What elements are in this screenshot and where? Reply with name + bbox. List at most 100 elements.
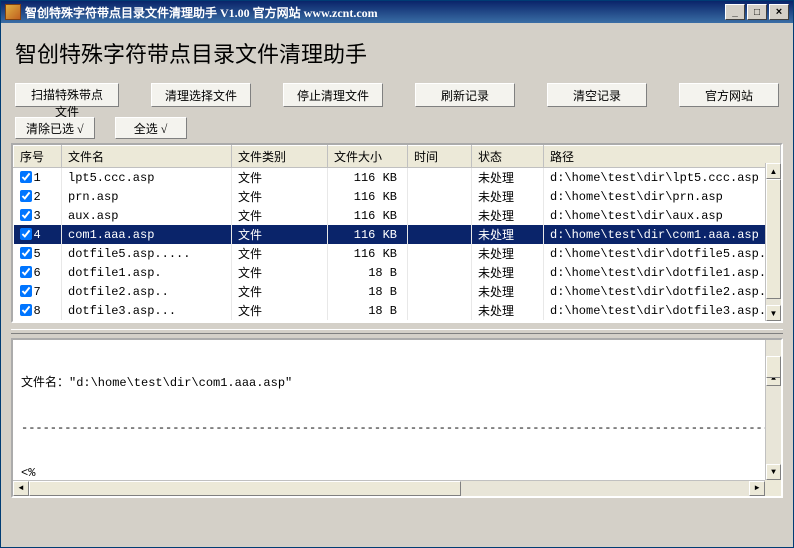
refresh-button[interactable]: 刷新记录 <box>415 83 515 107</box>
scroll-up-icon[interactable]: ▲ <box>766 163 781 179</box>
cell-filetype: 文件 <box>232 263 328 282</box>
clean-selected-button[interactable]: 清理选择文件 <box>151 83 251 107</box>
col-filetype[interactable]: 文件类别 <box>232 146 328 168</box>
cell-filename: dotfile3.asp... <box>62 301 232 320</box>
splitter[interactable] <box>11 329 783 334</box>
preview-filename: 文件名："d:\home\test\dir\com1.aaa.asp" <box>21 376 773 391</box>
clear-log-button[interactable]: 清空记录 <box>547 83 647 107</box>
cell-path: d:\home\test\dir\dotfile2.asp.. <box>544 282 781 301</box>
table-row[interactable]: 1lpt5.ccc.asp文件116 KB未处理d:\home\test\dir… <box>14 168 781 188</box>
cell-status: 未处理 <box>472 168 544 188</box>
preview-line: UserPass="1" <box>21 496 773 498</box>
row-checkbox[interactable] <box>20 304 32 316</box>
col-path[interactable]: 路径 <box>544 146 781 168</box>
cell-filetype: 文件 <box>232 225 328 244</box>
cell-filename: lpt5.ccc.asp <box>62 168 232 188</box>
main-toolbar: 扫描特殊带点文件 清理选择文件 停止清理文件 刷新记录 清空记录 官方网站 <box>11 83 783 107</box>
cell-path: d:\home\test\dir\prn.asp <box>544 187 781 206</box>
close-button[interactable]: × <box>769 4 789 20</box>
cell-filetype: 文件 <box>232 168 328 188</box>
col-time[interactable]: 时间 <box>408 146 472 168</box>
minimize-button[interactable]: _ <box>725 4 745 20</box>
cell-time <box>408 187 472 206</box>
titlebar: 智创特殊字符带点目录文件清理助手 V1.00 官方网站 www.zcnt.com… <box>1 1 793 23</box>
secondary-toolbar: 清除已选 √ 全选 √ <box>15 117 783 139</box>
table-row[interactable]: 7dotfile2.asp..文件18 B未处理d:\home\test\dir… <box>14 282 781 301</box>
cell-filename: com1.aaa.asp <box>62 225 232 244</box>
table-row[interactable]: 5dotfile5.asp.....文件116 KB未处理d:\home\tes… <box>14 244 781 263</box>
row-index: 6 <box>34 266 41 280</box>
row-checkbox[interactable] <box>20 285 32 297</box>
cell-time <box>408 225 472 244</box>
table-row[interactable]: 8dotfile3.asp...文件18 B未处理d:\home\test\di… <box>14 301 781 320</box>
table-row[interactable]: 2prn.asp文件116 KB未处理d:\home\test\dir\prn.… <box>14 187 781 206</box>
cell-filetype: 文件 <box>232 206 328 225</box>
vertical-scrollbar[interactable]: ▲ ▼ <box>765 163 781 321</box>
cell-filename: prn.asp <box>62 187 232 206</box>
cell-path: d:\home\test\dir\dotfile1.asp. <box>544 263 781 282</box>
cell-time <box>408 168 472 188</box>
table-row[interactable]: 6dotfile1.asp.文件18 B未处理d:\home\test\dir\… <box>14 263 781 282</box>
col-index[interactable]: 序号 <box>14 146 62 168</box>
cell-path: d:\home\test\dir\dotfile3.asp... <box>544 301 781 320</box>
cell-filetype: 文件 <box>232 187 328 206</box>
scroll-thumb[interactable] <box>29 481 461 496</box>
cell-path: d:\home\test\dir\aux.asp <box>544 206 781 225</box>
row-checkbox[interactable] <box>20 228 32 240</box>
row-checkbox[interactable] <box>20 190 32 202</box>
col-filename[interactable]: 文件名 <box>62 146 232 168</box>
cell-filetype: 文件 <box>232 282 328 301</box>
row-index: 1 <box>34 171 41 185</box>
cell-status: 未处理 <box>472 225 544 244</box>
scroll-thumb[interactable] <box>766 356 781 378</box>
cell-filesize: 18 B <box>328 282 408 301</box>
cell-path: d:\home\test\dir\lpt5.ccc.asp <box>544 168 781 188</box>
row-checkbox[interactable] <box>20 247 32 259</box>
maximize-button[interactable]: □ <box>747 4 767 20</box>
cell-filename: dotfile2.asp.. <box>62 282 232 301</box>
row-index: 5 <box>34 247 41 261</box>
preview-horizontal-scrollbar[interactable]: ◄ ► <box>13 480 765 496</box>
scroll-left-icon[interactable]: ◄ <box>13 481 29 496</box>
cell-status: 未处理 <box>472 244 544 263</box>
cell-filesize: 116 KB <box>328 225 408 244</box>
file-preview: 文件名："d:\home\test\dir\com1.aaa.asp" ----… <box>11 338 783 498</box>
app-icon <box>5 4 21 20</box>
cell-status: 未处理 <box>472 263 544 282</box>
cell-filename: dotfile5.asp..... <box>62 244 232 263</box>
official-site-button[interactable]: 官方网站 <box>679 83 779 107</box>
scan-button[interactable]: 扫描特殊带点文件 <box>15 83 119 107</box>
file-table-container: 序号 文件名 文件类别 文件大小 时间 状态 路径 1lpt5.ccc.asp文… <box>11 143 783 323</box>
cell-path: d:\home\test\dir\dotfile5.asp..... <box>544 244 781 263</box>
scroll-right-icon[interactable]: ► <box>749 481 765 496</box>
row-index: 4 <box>34 228 41 242</box>
clear-checked-button[interactable]: 清除已选 √ <box>15 117 95 139</box>
row-index: 3 <box>34 209 41 223</box>
preview-vertical-scrollbar[interactable]: ▲ ▼ <box>765 340 781 496</box>
page-title: 智创特殊字符带点目录文件清理助手 <box>15 37 783 69</box>
window-controls: _ □ × <box>725 4 789 20</box>
cell-filename: aux.asp <box>62 206 232 225</box>
col-status[interactable]: 状态 <box>472 146 544 168</box>
row-index: 2 <box>34 190 41 204</box>
row-checkbox[interactable] <box>20 209 32 221</box>
scroll-corner <box>765 480 781 496</box>
cell-status: 未处理 <box>472 282 544 301</box>
row-checkbox[interactable] <box>20 171 32 183</box>
preview-line: <% <box>21 466 773 481</box>
scroll-thumb[interactable] <box>766 179 781 299</box>
select-all-button[interactable]: 全选 √ <box>115 117 187 139</box>
cell-filesize: 116 KB <box>328 244 408 263</box>
cell-filetype: 文件 <box>232 301 328 320</box>
cell-filename: dotfile1.asp. <box>62 263 232 282</box>
scroll-down-icon[interactable]: ▼ <box>766 305 781 321</box>
cell-status: 未处理 <box>472 187 544 206</box>
table-row[interactable]: 4com1.aaa.asp文件116 KB未处理d:\home\test\dir… <box>14 225 781 244</box>
table-header-row: 序号 文件名 文件类别 文件大小 时间 状态 路径 <box>14 146 781 168</box>
table-row[interactable]: 3aux.asp文件116 KB未处理d:\home\test\dir\aux.… <box>14 206 781 225</box>
stop-clean-button[interactable]: 停止清理文件 <box>283 83 383 107</box>
cell-status: 未处理 <box>472 301 544 320</box>
col-filesize[interactable]: 文件大小 <box>328 146 408 168</box>
scroll-down-icon[interactable]: ▼ <box>766 464 781 480</box>
row-checkbox[interactable] <box>20 266 32 278</box>
